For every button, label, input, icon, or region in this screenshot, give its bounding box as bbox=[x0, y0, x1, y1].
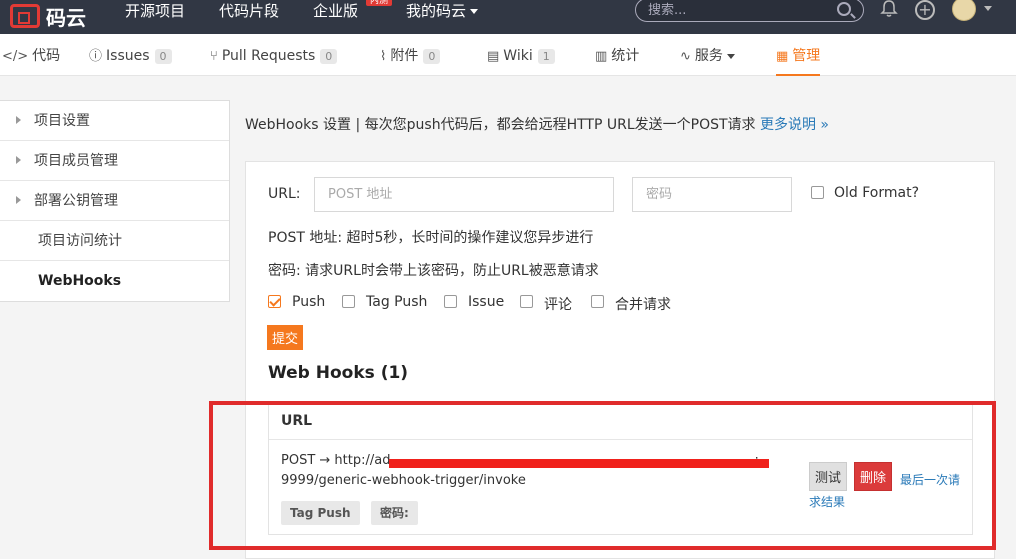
bar-chart-icon: ▥ bbox=[595, 49, 608, 64]
hook-url-line2: 9999/generic-webhook-trigger/invoke bbox=[281, 473, 526, 488]
avatar-chevron-down-icon[interactable] bbox=[984, 6, 992, 11]
tab-statistics-label: 统计 bbox=[611, 48, 640, 64]
description-text: WebHooks 设置 | 每次您push代码后，都会给远程HTTP URL发送… bbox=[245, 117, 756, 133]
comment-label: 评论 bbox=[544, 297, 572, 313]
push-label: Push bbox=[292, 294, 326, 310]
comment-checkbox[interactable] bbox=[520, 295, 533, 308]
tab-manage[interactable]: ▦ 管理 bbox=[776, 34, 821, 76]
beta-badge: 内测 bbox=[366, 0, 393, 6]
hooks-table: URL POST → http://ad: 9999/generic-webho… bbox=[268, 402, 973, 535]
post-url-input[interactable] bbox=[314, 177, 614, 212]
pull-request-icon: ⑂ bbox=[210, 49, 218, 64]
logo-icon bbox=[10, 4, 40, 28]
tag-push-badge: Tag Push bbox=[281, 501, 360, 525]
sidebar-item-label: 部署公钥管理 bbox=[34, 193, 118, 209]
webhooks-description: WebHooks 设置 | 每次您push代码后，都会给远程HTTP URL发送… bbox=[245, 114, 829, 134]
code-icon: </> bbox=[2, 49, 29, 64]
issue-label: Issue bbox=[468, 294, 505, 310]
tab-wiki-label: Wiki bbox=[503, 48, 533, 64]
tab-code-label: 代码 bbox=[32, 48, 61, 64]
push-checkbox[interactable] bbox=[268, 295, 281, 308]
chevron-down-icon bbox=[470, 9, 479, 14]
redaction-bar bbox=[389, 459, 769, 468]
tab-attachments-count: 0 bbox=[423, 48, 441, 64]
sidebar-item-label: WebHooks bbox=[38, 273, 122, 289]
caret-right-icon bbox=[16, 116, 21, 124]
password-input[interactable] bbox=[632, 177, 792, 212]
search-box bbox=[635, 0, 864, 22]
chevron-down-icon bbox=[726, 53, 735, 59]
sidebar-item-webhooks[interactable]: WebHooks bbox=[0, 261, 229, 301]
pulse-icon: ∿ bbox=[680, 49, 691, 64]
tab-pull-requests-count: 0 bbox=[320, 48, 338, 64]
caret-right-icon bbox=[16, 156, 21, 164]
settings-sidebar: 项目设置 项目成员管理 部署公钥管理 项目访问统计 WebHooks bbox=[0, 100, 230, 302]
tab-issues[interactable]: ⓘ Issues 0 bbox=[89, 34, 172, 76]
nav-my-gitee-label: 我的码云 bbox=[406, 2, 467, 20]
webhook-panel: URL: Old Format? POST 地址: 超时5秒，长时间的操作建议您… bbox=[245, 161, 995, 559]
sidebar-item-label: 项目访问统计 bbox=[38, 233, 122, 249]
tab-services[interactable]: ∿ 服务 bbox=[680, 34, 735, 76]
delete-button[interactable]: 删除 bbox=[854, 462, 893, 491]
sidebar-item-label: 项目成员管理 bbox=[34, 153, 118, 169]
submit-button[interactable]: 提交 bbox=[267, 325, 304, 350]
tab-manage-label: 管理 bbox=[792, 48, 821, 64]
tag-push-checkbox[interactable] bbox=[342, 295, 355, 308]
url-label: URL: bbox=[268, 186, 301, 202]
more-info-link[interactable]: 更多说明 » bbox=[760, 117, 829, 133]
hook-url-text: POST → http://ad: 9999/generic-webhook-t… bbox=[281, 451, 781, 491]
nav-open-source[interactable]: 开源项目 bbox=[125, 0, 185, 34]
logo[interactable]: 码云 bbox=[10, 2, 86, 30]
issue-checkbox[interactable] bbox=[444, 295, 457, 308]
hook-url-line1: POST → http://ad bbox=[281, 453, 391, 468]
old-format-checkbox[interactable] bbox=[811, 186, 824, 199]
top-navbar: 码云 开源项目 代码片段 企业版 内测 我的码云 + bbox=[0, 0, 1016, 34]
post-address-note: POST 地址: 超时5秒，长时间的操作建议您异步进行 bbox=[268, 230, 594, 246]
tab-wiki-count: 1 bbox=[537, 48, 555, 64]
tab-statistics[interactable]: ▥ 统计 bbox=[595, 34, 639, 76]
tab-pull-requests-label: Pull Requests bbox=[221, 48, 316, 64]
tab-wiki[interactable]: ▤ Wiki 1 bbox=[487, 34, 555, 76]
hooks-table-header: URL bbox=[269, 403, 972, 440]
search-input[interactable] bbox=[648, 1, 828, 19]
nav-code-snippets[interactable]: 代码片段 bbox=[219, 0, 279, 34]
nav-enterprise[interactable]: 企业版 bbox=[313, 0, 358, 34]
search-icon[interactable] bbox=[837, 2, 851, 16]
sidebar-item-project-settings[interactable]: 项目设置 bbox=[0, 101, 229, 141]
avatar[interactable] bbox=[952, 0, 976, 21]
book-icon: ▤ bbox=[487, 49, 500, 64]
issue-icon: ⓘ bbox=[89, 49, 103, 64]
password-note: 密码: 请求URL时会带上该密码，防止URL被恶意请求 bbox=[268, 263, 599, 279]
paperclip-icon: ⌇ bbox=[380, 49, 387, 64]
tab-code[interactable]: </> 代码 bbox=[2, 34, 60, 76]
tab-attachments-label: 附件 bbox=[390, 48, 419, 64]
manage-icon: ▦ bbox=[776, 49, 789, 64]
merge-request-checkbox[interactable] bbox=[591, 295, 604, 308]
sidebar-item-access-stats[interactable]: 项目访问统计 bbox=[0, 221, 229, 261]
tab-services-label: 服务 bbox=[694, 48, 723, 64]
test-button[interactable]: 测试 bbox=[809, 462, 848, 491]
tag-push-label: Tag Push bbox=[366, 294, 428, 310]
tab-issues-count: 0 bbox=[154, 48, 172, 64]
sidebar-item-label: 项目设置 bbox=[34, 113, 90, 129]
tab-pull-requests[interactable]: ⑂ Pull Requests 0 bbox=[210, 34, 338, 76]
merge-request-label: 合并请求 bbox=[615, 297, 671, 313]
plus-icon[interactable]: + bbox=[915, 0, 935, 20]
caret-right-icon bbox=[16, 196, 21, 204]
sidebar-item-members[interactable]: 项目成员管理 bbox=[0, 141, 229, 181]
tab-issues-label: Issues bbox=[106, 48, 150, 64]
sidebar-item-deploy-keys[interactable]: 部署公钥管理 bbox=[0, 181, 229, 221]
tab-attachments[interactable]: ⌇ 附件 0 bbox=[380, 34, 441, 76]
password-badge: 密码: bbox=[371, 501, 418, 525]
old-format-label: Old Format? bbox=[834, 185, 920, 201]
project-tabs: </> 代码 ⓘ Issues 0 ⑂ Pull Requests 0 ⌇ 附件 0 ▤ Wik… bbox=[0, 34, 1016, 76]
web-hooks-title: Web Hooks (1) bbox=[268, 363, 409, 383]
logo-text: 码云 bbox=[46, 5, 86, 30]
bell-icon[interactable] bbox=[880, 0, 898, 18]
nav-my-gitee[interactable]: 我的码云 bbox=[406, 0, 479, 34]
